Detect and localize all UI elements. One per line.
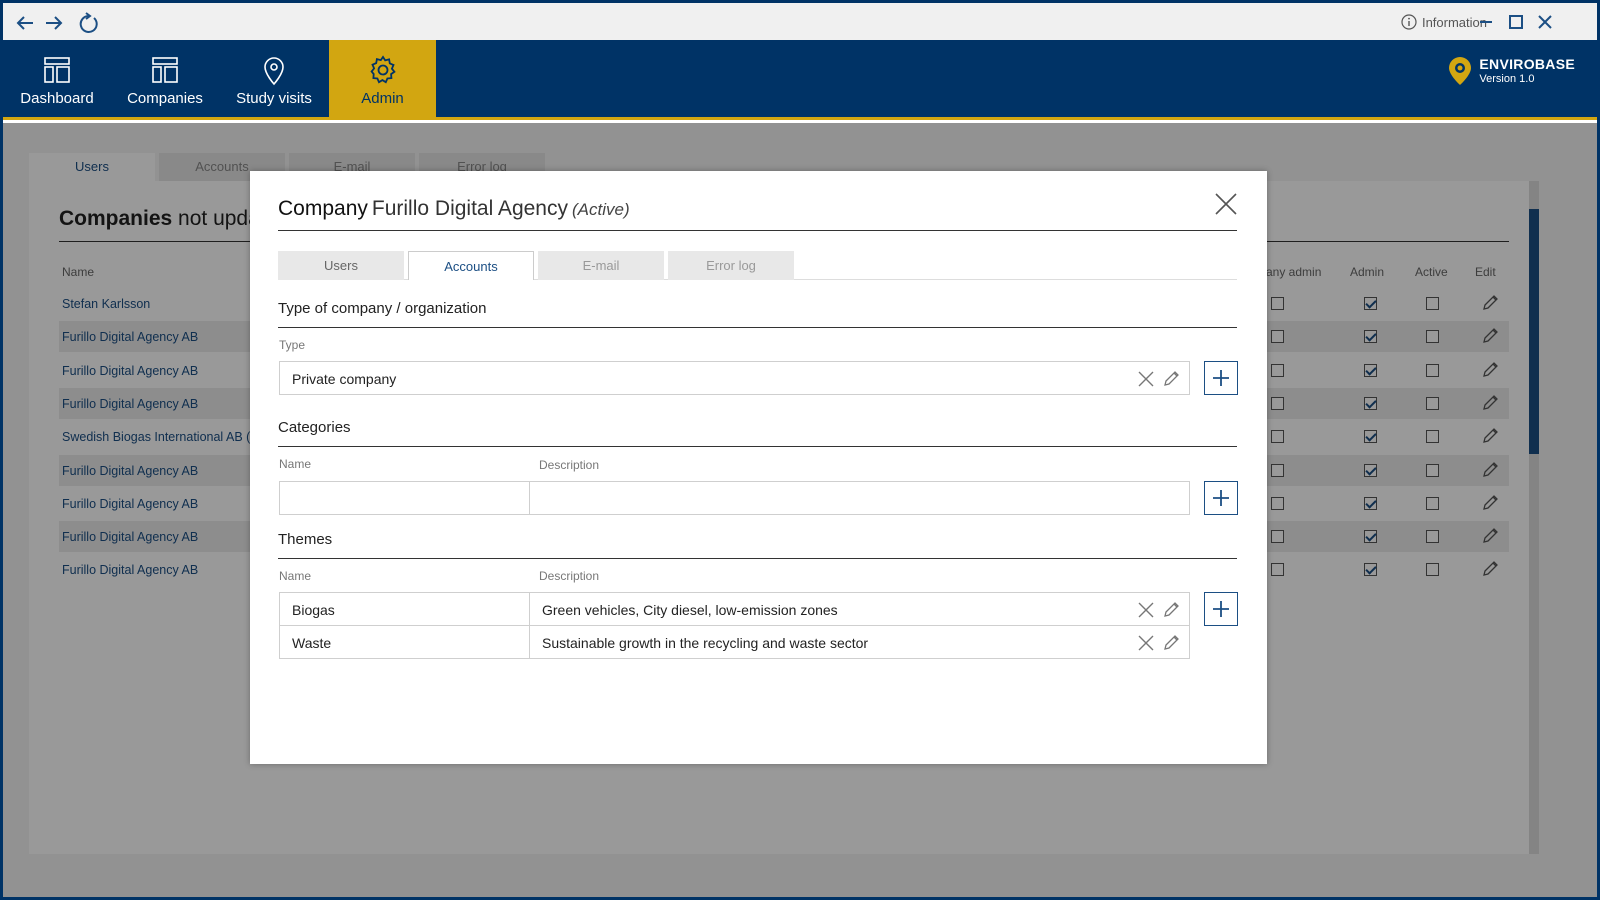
clear-icon[interactable] xyxy=(1137,601,1155,619)
categories-description-label: Description xyxy=(539,458,600,472)
dialog-title-divider xyxy=(278,230,1237,231)
tab-email[interactable]: E-mail xyxy=(538,251,664,280)
nav-companies[interactable]: Companies xyxy=(111,40,219,120)
forward-arrow-icon[interactable] xyxy=(43,12,65,34)
themes-divider xyxy=(278,558,1237,559)
envirobase-logo-icon xyxy=(1447,56,1473,86)
information-link[interactable]: Information xyxy=(1401,14,1487,30)
theme-row-description[interactable]: Green vehicles, City diesel, low-emissio… xyxy=(529,592,1190,626)
dialog-company-status: (Active) xyxy=(571,200,630,219)
plus-icon xyxy=(1213,370,1229,386)
theme-row-name[interactable]: Waste xyxy=(279,625,530,659)
tab-users[interactable]: Users xyxy=(278,251,404,280)
gear-icon xyxy=(367,54,399,86)
theme-description: Green vehicles, City diesel, low-emissio… xyxy=(542,602,838,618)
dashboard-icon xyxy=(41,54,73,86)
info-icon xyxy=(1401,14,1417,30)
add-category-button[interactable] xyxy=(1204,481,1238,515)
refresh-icon[interactable] xyxy=(77,12,99,34)
theme-description: Sustainable growth in the recycling and … xyxy=(542,635,869,651)
categories-divider xyxy=(278,446,1237,447)
tab-error-log[interactable]: Error log xyxy=(668,251,794,280)
theme-name: Waste xyxy=(292,635,332,651)
nav-dashboard[interactable]: Dashboard xyxy=(3,40,111,120)
themes-heading: Themes xyxy=(278,531,333,548)
map-pin-icon xyxy=(258,54,290,86)
back-arrow-icon[interactable] xyxy=(14,12,36,34)
close-icon[interactable] xyxy=(1213,191,1239,217)
category-description-input[interactable] xyxy=(529,481,1190,515)
type-field-value: Private company xyxy=(292,371,397,387)
tab-accounts[interactable]: Accounts xyxy=(408,251,534,280)
dialog-tabs: Users Accounts E-mail Error log xyxy=(278,251,794,280)
category-name-input[interactable] xyxy=(279,481,530,515)
plus-icon xyxy=(1213,490,1229,506)
brand-version: Version 1.0 xyxy=(1479,73,1535,85)
company-dialog: Company Furillo Digital Agency (Active) Us… xyxy=(250,171,1267,764)
themes-name-label: Name xyxy=(279,569,312,583)
type-field-label: Type xyxy=(279,338,306,352)
theme-row-description[interactable]: Sustainable growth in the recycling and … xyxy=(529,625,1190,659)
maximize-icon[interactable] xyxy=(1507,13,1525,31)
add-theme-button[interactable] xyxy=(1204,592,1238,626)
companies-icon xyxy=(149,54,181,86)
categories-name-label: Name xyxy=(279,457,312,471)
pencil-icon[interactable] xyxy=(1162,601,1180,619)
top-navigation: Dashboard Companies Study visits Admin E… xyxy=(3,40,1597,120)
clear-icon[interactable] xyxy=(1137,370,1155,388)
type-section-heading: Type of company / organization xyxy=(278,300,487,317)
dialog-title: Company Furillo Digital Agency (Active) xyxy=(278,197,630,221)
nav-companies-label: Companies xyxy=(127,90,203,107)
nav-study-visits[interactable]: Study visits xyxy=(219,40,329,120)
themes-description-label: Description xyxy=(539,569,600,583)
theme-row-name[interactable]: Biogas xyxy=(279,592,530,626)
categories-heading: Categories xyxy=(278,419,351,436)
brand-name: ENVIROBASE xyxy=(1479,56,1575,72)
add-type-button[interactable] xyxy=(1204,361,1238,395)
title-bar: Information xyxy=(3,3,1597,40)
type-field[interactable]: Private company xyxy=(279,361,1190,395)
minimize-icon[interactable] xyxy=(1477,13,1495,31)
pencil-icon[interactable] xyxy=(1162,634,1180,652)
plus-icon xyxy=(1213,601,1229,617)
app-window: Information Dashboard Companies Study vi… xyxy=(3,3,1597,897)
type-section-divider xyxy=(278,327,1237,328)
dialog-company-name: Furillo Digital Agency xyxy=(371,197,568,220)
pencil-icon[interactable] xyxy=(1162,370,1180,388)
clear-icon[interactable] xyxy=(1137,634,1155,652)
brand: ENVIROBASE Version 1.0 xyxy=(1447,56,1575,86)
dialog-title-label: Company xyxy=(278,197,368,220)
nav-study-visits-label: Study visits xyxy=(236,90,312,107)
nav-admin[interactable]: Admin xyxy=(329,40,436,120)
nav-admin-label: Admin xyxy=(361,90,404,107)
theme-name: Biogas xyxy=(292,602,335,618)
close-window-icon[interactable] xyxy=(1536,13,1554,31)
nav-dashboard-label: Dashboard xyxy=(20,90,94,107)
